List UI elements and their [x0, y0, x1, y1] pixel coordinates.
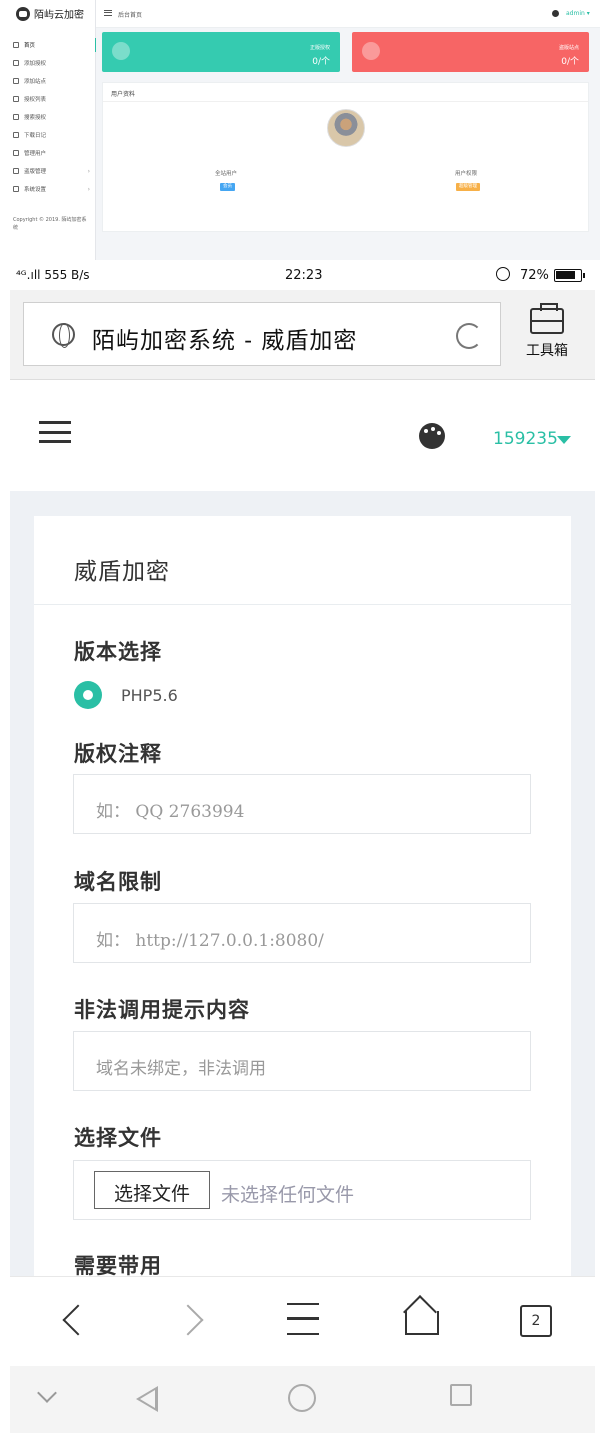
reload-icon[interactable]: [456, 323, 482, 349]
domain-label: 域名限制: [74, 869, 162, 894]
admin-content: 正版授权 0/个 盗版站点 0/个 用户资料 全站用户 会员 用户权限 超级管理: [96, 28, 600, 260]
back-icon[interactable]: [55, 1299, 95, 1339]
domain-input[interactable]: 如： http://127.0.0.1:8080/: [73, 903, 531, 963]
cloud-icon: [112, 42, 130, 60]
app-header: 159235: [10, 381, 595, 491]
palette-icon[interactable]: [552, 10, 559, 17]
file-label: 选择文件: [74, 1125, 162, 1150]
chevron-right-icon: ›: [87, 185, 90, 193]
admin-sidebar: 陌屿云加密 首页 添加授权 添加站点 授权列表 搜索授权 下载日记 管理用户 盗…: [8, 0, 97, 260]
toolbox-icon: [530, 303, 564, 334]
admin-dashboard: 陌屿云加密 首页 添加授权 添加站点 授权列表 搜索授权 下载日记 管理用户 盗…: [0, 0, 600, 260]
encrypt-card: 威盾加密 版本选择 PHP5.6 版权注释 如： QQ 2763994 域名限制…: [34, 516, 571, 1276]
chevron-right-icon: ›: [87, 167, 90, 175]
globe-icon: [52, 323, 75, 348]
topbar-title: 后台首页: [118, 12, 143, 19]
users-icon: [13, 150, 19, 156]
download-icon: [13, 132, 19, 138]
browser-navbar: 2: [10, 1276, 595, 1366]
logo-text: 陌屿云加密: [34, 10, 84, 21]
choose-file-button[interactable]: 选择文件: [94, 1171, 210, 1209]
stat-label-users: 全站用户: [214, 171, 237, 177]
sidebar-item-add-site[interactable]: 添加站点: [8, 72, 96, 90]
list-icon: [13, 96, 19, 102]
home-icon[interactable]: [403, 1299, 443, 1339]
sidebar-item-license-list[interactable]: 授权列表: [8, 90, 96, 108]
profile-panel: 用户资料 全站用户 会员 用户权限 超级管理: [102, 82, 589, 232]
site-icon: [13, 78, 19, 84]
rotation-lock-icon: [496, 267, 510, 281]
copyright-input[interactable]: 如： QQ 2763994: [73, 774, 531, 834]
version-label: 版本选择: [74, 639, 162, 664]
home-circle-icon[interactable]: [288, 1384, 316, 1412]
licensed-card: 正版授权 0/个: [102, 32, 340, 72]
toolbox-button[interactable]: 工具箱: [522, 303, 572, 364]
sidebar-item-manage-users[interactable]: 管理用户: [8, 144, 96, 162]
settings-icon: [13, 186, 19, 192]
back-triangle-icon[interactable]: [136, 1386, 158, 1412]
card-title: 威盾加密: [74, 559, 170, 585]
signal-indicator: ⁴ᴳ.ıll 555 B/s: [16, 268, 90, 282]
admin-menu: 首页 添加授权 添加站点 授权列表 搜索授权 下载日记 管理用户 盗版管理 › 系…: [8, 36, 97, 198]
file-icon: [13, 168, 19, 174]
sidebar-item-home[interactable]: 首页: [8, 36, 97, 54]
search-icon: [13, 114, 19, 120]
battery-percent: 72%: [520, 268, 549, 283]
forward-icon[interactable]: [175, 1299, 215, 1339]
pirate-card: 盗版站点 0/个: [352, 32, 589, 72]
page-title: 陌屿加密系统 - 威盾加密: [92, 328, 358, 354]
illegal-call-input[interactable]: 域名未绑定，非法调用: [73, 1031, 531, 1091]
recents-square-icon[interactable]: [450, 1384, 472, 1406]
user-account[interactable]: 159235: [493, 429, 558, 449]
member-badge: 会员: [220, 183, 235, 191]
avatar: [327, 109, 365, 147]
user-icon: [362, 42, 380, 60]
divider: [103, 101, 588, 102]
sidebar-item-download-log[interactable]: 下载日记: [8, 126, 96, 144]
sidebar-item-search-license[interactable]: 搜索授权: [8, 108, 96, 126]
form-area: 威盾加密 版本选择 PHP5.6 版权注释 如： QQ 2763994 域名限制…: [10, 491, 595, 1276]
illegal-call-label: 非法调用提示内容: [74, 997, 250, 1022]
address-bar[interactable]: 陌屿加密系统 - 威盾加密: [23, 302, 501, 366]
hamburger-menu-icon[interactable]: [39, 421, 71, 443]
battery-icon: [554, 269, 585, 282]
admin-topbar: 后台首页 admin ▾: [96, 0, 600, 28]
tabs-button[interactable]: 2: [520, 1305, 552, 1337]
profile-title: 用户资料: [111, 91, 136, 98]
admin-copyright: Copyright © 2019. 陌屿加密系统: [13, 217, 87, 231]
sidebar-item-add-license[interactable]: 添加授权: [8, 54, 96, 72]
divider: [34, 604, 571, 605]
browser-chrome: 陌屿加密系统 - 威盾加密 工具箱: [10, 290, 595, 380]
menu-toggle-icon[interactable]: [104, 10, 112, 16]
palette-icon[interactable]: [419, 423, 445, 449]
home-icon: [13, 42, 19, 48]
sidebar-item-settings[interactable]: 系统设置 ›: [8, 180, 96, 198]
copyright-label: 版权注释: [74, 741, 162, 766]
chevron-down-icon[interactable]: [37, 1383, 57, 1403]
admin-user-menu[interactable]: admin ▾: [566, 10, 590, 17]
system-navbar: [10, 1366, 595, 1433]
no-file-text: 未选择任何文件: [221, 1184, 355, 1206]
version-radio[interactable]: [74, 681, 102, 709]
clock: 22:23: [285, 268, 323, 283]
file-input[interactable]: 选择文件 未选择任何文件: [73, 1160, 531, 1220]
status-bar: ⁴ᴳ.ıll 555 B/s 22:23 72%: [0, 262, 600, 290]
stat-label-permission: 用户权限: [454, 171, 477, 177]
version-option-label[interactable]: PHP5.6: [121, 686, 178, 705]
caret-down-icon[interactable]: [557, 436, 571, 444]
sidebar-item-piracy[interactable]: 盗版管理 ›: [8, 162, 96, 180]
need-label: 需要带用: [74, 1253, 162, 1276]
super-admin-badge: 超级管理: [456, 183, 480, 191]
cloud-icon: [13, 60, 19, 66]
menu-icon[interactable]: [287, 1303, 319, 1335]
logo-icon: [16, 6, 30, 21]
admin-logo[interactable]: 陌屿云加密: [16, 6, 84, 21]
